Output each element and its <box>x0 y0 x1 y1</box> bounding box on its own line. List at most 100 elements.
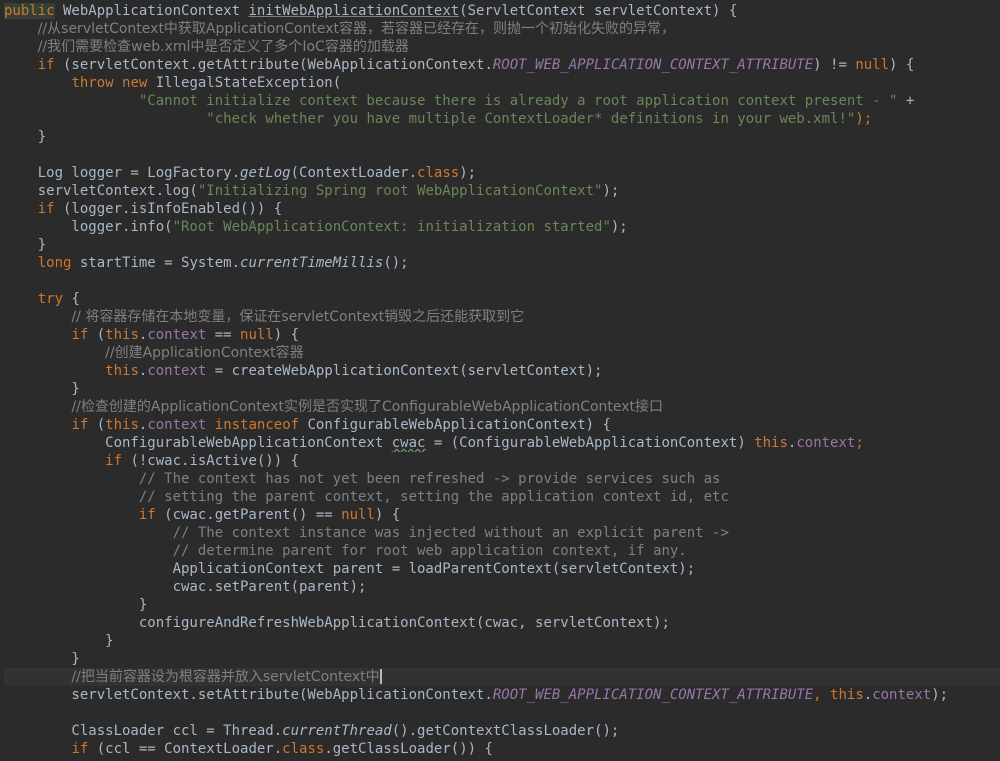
code-comment: // determine parent for root web applica… <box>172 543 687 559</box>
code-token: cwac.setParent(parent); <box>4 579 367 595</box>
code-line[interactable]: ClassLoader ccl = Thread.currentThread()… <box>4 722 1000 740</box>
code-line[interactable]: //检查创建的ApplicationContext实例是否实现了Configur… <box>4 398 1000 416</box>
code-keyword: this <box>105 417 139 433</box>
code-token: logger.info( <box>4 219 173 235</box>
code-line[interactable]: //从servletContext中获取ApplicationContext容器… <box>4 20 1000 38</box>
code-comment: //从servletContext中获取ApplicationContext容器… <box>37 21 676 37</box>
code-token: cwac <box>391 435 426 451</box>
code-keyword: instanceof <box>214 417 300 433</box>
code-line[interactable]: if (logger.isInfoEnabled()) { <box>4 200 1000 218</box>
code-string: "Cannot initialize context because there… <box>138 93 898 109</box>
code-keyword: long <box>37 255 72 271</box>
code-line[interactable]: if (cwac.getParent() == null) { <box>4 506 1000 524</box>
code-editor[interactable]: public WebApplicationContext initWebAppl… <box>0 0 1000 761</box>
code-line[interactable]: } <box>4 380 1000 398</box>
code-keyword: this <box>830 687 864 703</box>
code-line[interactable]: //把当前容器设为根容器并放入servletContext中 <box>4 668 1000 686</box>
code-line[interactable]: } <box>4 236 1000 254</box>
code-line[interactable]: "Cannot initialize context because there… <box>4 92 1000 110</box>
code-line[interactable]: cwac.setParent(parent); <box>4 578 1000 596</box>
code-token: currentThread <box>282 723 392 739</box>
code-keyword: class <box>417 165 460 181</box>
code-string: "check whether you have multiple Context… <box>206 111 856 127</box>
code-line[interactable]: logger.info("Root WebApplicationContext:… <box>4 218 1000 236</box>
code-line[interactable]: configureAndRefreshWebApplicationContext… <box>4 614 1000 632</box>
code-keyword: if <box>71 417 89 433</box>
code-keyword: throw new <box>71 75 148 91</box>
code-line[interactable]: long startTime = System.currentTimeMilli… <box>4 254 1000 272</box>
code-line[interactable] <box>4 146 1000 164</box>
code-line[interactable]: if (this.context == null) { <box>4 326 1000 344</box>
code-line[interactable]: ConfigurableWebApplicationContext cwac =… <box>4 434 1000 452</box>
code-line[interactable]: //我们需要检查web.xml中是否定义了多个IoC容器的加载器 <box>4 38 1000 56</box>
code-area[interactable]: public WebApplicationContext initWebAppl… <box>4 2 1000 758</box>
code-token: ); <box>602 183 620 199</box>
code-line[interactable] <box>4 704 1000 722</box>
code-line[interactable]: // 将容器存储在本地变量，保证在servletContext销毁之后还能获取到… <box>4 308 1000 326</box>
code-line[interactable]: // The context has not yet been refreshe… <box>4 470 1000 488</box>
code-token: context <box>147 417 207 433</box>
code-token: + <box>897 93 915 109</box>
code-token: (ccl == ContextLoader. <box>88 741 283 757</box>
code-line[interactable]: if (ccl == ContextLoader.class.getClassL… <box>4 740 1000 758</box>
code-line[interactable]: // The context instance was injected wit… <box>4 524 1000 542</box>
code-line[interactable]: ApplicationContext parent = loadParentCo… <box>4 560 1000 578</box>
code-token: ROOT_WEB_APPLICATION_CONTEXT_ATTRIBUTE <box>492 687 814 703</box>
code-token: ); <box>610 219 628 235</box>
code-token: } <box>4 597 148 613</box>
code-string: "Initializing Spring root WebApplication… <box>197 183 603 199</box>
code-line[interactable]: servletContext.log("Initializing Spring … <box>4 182 1000 200</box>
code-line[interactable]: } <box>4 650 1000 668</box>
code-token: (); <box>383 255 409 271</box>
code-comment: // setting the parent context, setting t… <box>138 489 729 505</box>
code-keyword: this <box>105 363 139 379</box>
code-line[interactable]: this.context = createWebApplicationConte… <box>4 362 1000 380</box>
code-line[interactable]: // setting the parent context, setting t… <box>4 488 1000 506</box>
code-line[interactable]: } <box>4 596 1000 614</box>
code-keyword: class <box>282 741 325 757</box>
code-keyword: , <box>813 687 831 703</box>
code-token: ) { <box>273 327 300 343</box>
code-token: == <box>206 327 241 343</box>
code-line[interactable]: } <box>4 632 1000 650</box>
code-token: WebApplicationContext <box>54 3 249 19</box>
code-line[interactable] <box>4 272 1000 290</box>
code-line[interactable]: Log logger = LogFactory.getLog(ContextLo… <box>4 164 1000 182</box>
code-keyword: null <box>341 507 375 523</box>
code-line[interactable]: // determine parent for root web applica… <box>4 542 1000 560</box>
code-keyword: ; <box>855 435 864 451</box>
code-token: } <box>4 381 80 397</box>
code-line[interactable]: try { <box>4 290 1000 308</box>
code-line[interactable]: servletContext.setAttribute(WebApplicati… <box>4 686 1000 704</box>
code-line[interactable]: "check whether you have multiple Context… <box>4 110 1000 128</box>
code-line[interactable]: if (this.context instanceof Configurable… <box>4 416 1000 434</box>
code-token: context <box>796 435 856 451</box>
code-line[interactable]: //创建ApplicationContext容器 <box>4 344 1000 362</box>
code-token: ); <box>931 687 949 703</box>
code-comment: // 将容器存储在本地变量，保证在servletContext销毁之后还能获取到… <box>71 309 525 325</box>
code-comment: //我们需要检查web.xml中是否定义了多个IoC容器的加载器 <box>37 39 409 55</box>
code-line[interactable]: if (!cwac.isActive()) { <box>4 452 1000 470</box>
code-token: ); <box>459 165 477 181</box>
code-token: } <box>4 633 114 649</box>
code-comment: //把当前容器设为根容器并放入servletContext中 <box>71 669 380 685</box>
code-line[interactable]: if (servletContext.getAttribute(WebAppli… <box>4 56 1000 74</box>
code-line[interactable]: } <box>4 128 1000 146</box>
code-line[interactable]: public WebApplicationContext initWebAppl… <box>4 2 1000 20</box>
code-line[interactable]: throw new IllegalStateException( <box>4 74 1000 92</box>
